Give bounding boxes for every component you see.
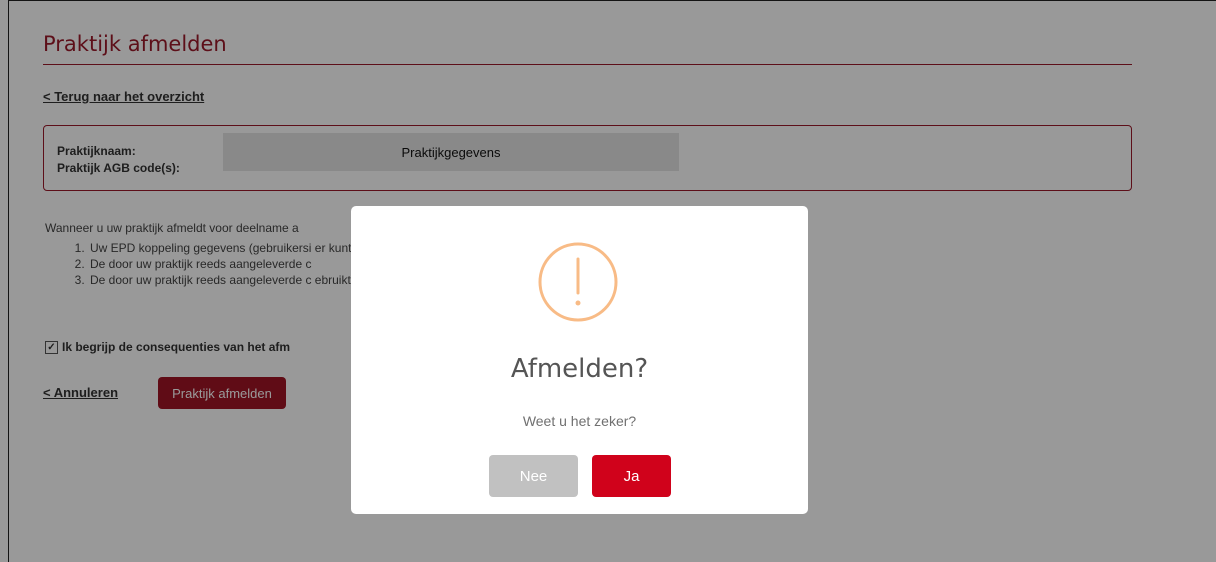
yes-button[interactable]: Ja bbox=[592, 455, 671, 497]
dialog-title: Afmelden? bbox=[510, 354, 649, 384]
confirm-dialog: Afmelden? Weet u het zeker? Nee Ja bbox=[351, 206, 808, 514]
dialog-message: Weet u het zeker? bbox=[522, 413, 637, 429]
no-button[interactable]: Nee bbox=[489, 455, 578, 497]
warning-icon bbox=[538, 242, 618, 322]
